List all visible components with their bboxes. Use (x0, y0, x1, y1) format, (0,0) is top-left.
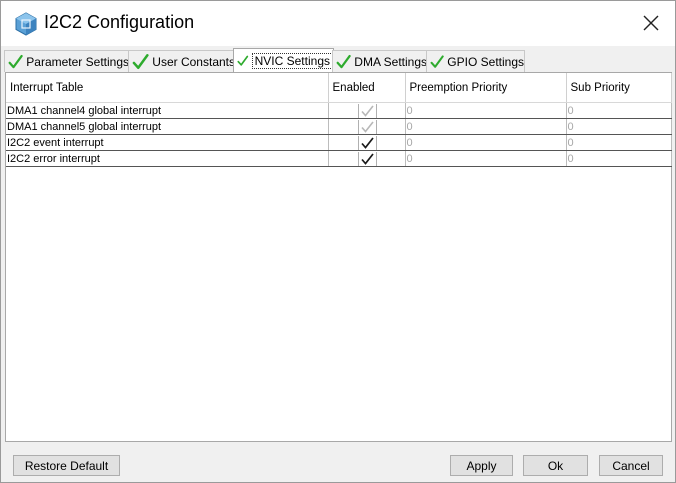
enabled-checkbox (357, 103, 377, 118)
close-icon (643, 15, 659, 31)
check-icon (132, 53, 149, 69)
interrupt-name: DMA1 channel5 global interrupt (6, 118, 329, 135)
tab-nvic-settings[interactable]: NVIC Settings (233, 48, 334, 72)
preemption-priority-cell[interactable]: 0 (405, 134, 567, 151)
close-button[interactable] (633, 5, 669, 41)
enabled-checkbox (357, 119, 377, 134)
check-icon (360, 121, 374, 133)
check-icon (336, 54, 351, 68)
restore-default-button[interactable]: Restore Default (13, 455, 120, 476)
interrupt-name: DMA1 channel4 global interrupt (6, 102, 329, 119)
preemption-priority-cell[interactable]: 0 (405, 150, 567, 167)
sub-priority-cell[interactable]: 0 (566, 150, 672, 167)
interrupt-name: I2C2 event interrupt (6, 134, 329, 151)
column-header-sub-priority[interactable]: Sub Priority (566, 73, 672, 103)
nvic-panel: Interrupt Table Enabled Preemption Prior… (5, 72, 672, 442)
enabled-checkbox[interactable] (357, 135, 377, 150)
sub-priority-cell: 0 (566, 118, 672, 135)
interrupt-name: I2C2 error interrupt (6, 150, 329, 167)
preemption-priority-cell: 0 (405, 102, 567, 119)
sub-priority-cell: 0 (566, 102, 672, 119)
column-header-preemption-priority[interactable]: Preemption Priority (405, 73, 567, 103)
cube-logo-icon (14, 12, 38, 36)
cancel-button[interactable]: Cancel (599, 455, 663, 476)
title-bar: I2C2 Configuration (1, 1, 675, 46)
check-icon (8, 54, 23, 68)
sub-priority-cell[interactable]: 0 (566, 134, 672, 151)
tab-parameter-settings[interactable]: Parameter Settings (4, 50, 130, 72)
tab-bar: Parameter Settings User Constants NVIC S… (4, 48, 671, 72)
interrupt-table: Interrupt Table Enabled Preemption Prior… (6, 73, 672, 167)
apply-button[interactable]: Apply (450, 455, 513, 476)
ok-button[interactable]: Ok (523, 455, 588, 476)
table-header-row: Interrupt Table Enabled Preemption Prior… (6, 73, 672, 103)
check-icon (360, 105, 374, 117)
table-row[interactable]: I2C2 event interrupt 0 0 (6, 134, 672, 151)
tab-dma-settings[interactable]: DMA Settings (332, 50, 428, 72)
preemption-priority-cell: 0 (405, 118, 567, 135)
table-row[interactable]: DMA1 channel4 global interrupt 0 0 (6, 102, 672, 119)
column-header-enabled[interactable]: Enabled (328, 73, 406, 103)
table-row[interactable]: I2C2 error interrupt 0 0 (6, 150, 672, 167)
check-icon (360, 152, 374, 165)
check-icon (430, 54, 444, 68)
dialog-window: I2C2 Configuration Parameter Settings Us… (0, 0, 676, 483)
check-icon (237, 55, 249, 66)
tab-user-constants[interactable]: User Constants (128, 50, 236, 72)
tab-gpio-settings[interactable]: GPIO Settings (426, 50, 525, 72)
check-icon (360, 136, 374, 149)
column-header-interrupt-table[interactable]: Interrupt Table (6, 73, 329, 103)
table-row[interactable]: DMA1 channel5 global interrupt 0 0 (6, 118, 672, 135)
enabled-checkbox[interactable] (357, 151, 377, 166)
dialog-title: I2C2 Configuration (44, 12, 195, 32)
